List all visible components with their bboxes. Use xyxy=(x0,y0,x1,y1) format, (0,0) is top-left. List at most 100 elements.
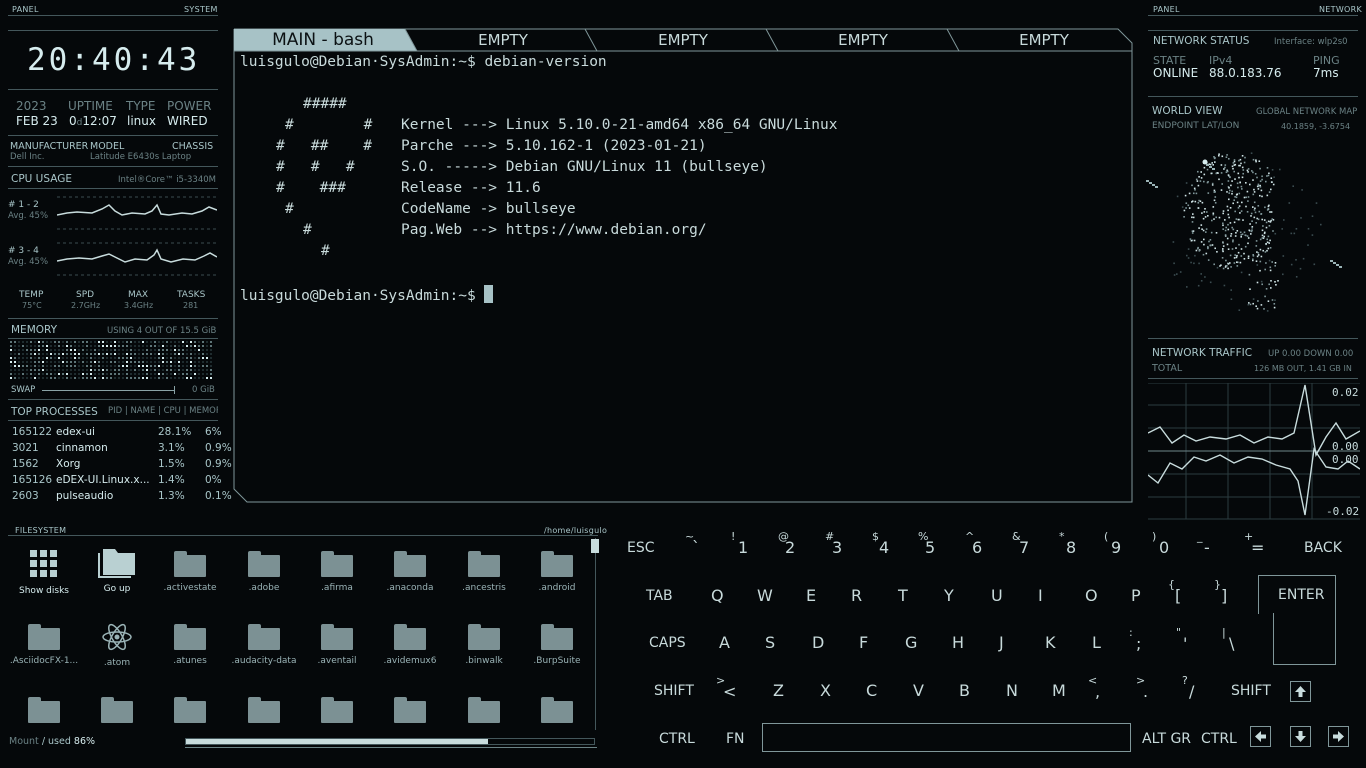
tab-empty-2[interactable]: EMPTY xyxy=(594,28,772,52)
key-letter[interactable]: D xyxy=(812,633,824,652)
folder-item[interactable] xyxy=(449,697,519,723)
folder-item[interactable]: .android xyxy=(522,551,592,593)
folder-item[interactable]: .ancestris xyxy=(449,551,519,593)
tab-empty-3[interactable]: EMPTY xyxy=(774,28,952,52)
key-letter[interactable]: O xyxy=(1085,586,1098,605)
key-shift-right[interactable]: SHIFT xyxy=(1231,683,1271,699)
key[interactable]: (9 xyxy=(1104,530,1128,560)
key[interactable]: % 5 xyxy=(918,530,942,560)
folder-item[interactable]: .activestate xyxy=(155,551,225,593)
arrow-down-key[interactable] xyxy=(1290,726,1311,747)
space-key[interactable] xyxy=(762,723,1131,752)
folder-item[interactable]: .adobe xyxy=(229,551,299,593)
tab-main-bash[interactable]: MAIN - bash xyxy=(234,28,412,52)
folder-item[interactable]: .audacity-data xyxy=(229,624,299,666)
key-letter[interactable]: X xyxy=(820,681,831,700)
key-shift-left[interactable]: SHIFT xyxy=(654,683,694,699)
folder-item[interactable]: .AsciidocFX-1... xyxy=(9,624,79,666)
folder-label: .binwalk xyxy=(465,656,503,666)
key[interactable]: #3 xyxy=(825,530,849,560)
folder-item[interactable]: .atunes xyxy=(155,624,225,666)
go-up-button[interactable]: Go up xyxy=(82,547,152,594)
key-letter[interactable]: G xyxy=(905,633,917,652)
key-letter[interactable]: J xyxy=(999,633,1004,652)
key-caps[interactable]: CAPS xyxy=(649,635,686,651)
key-tab[interactable]: TAB xyxy=(646,588,673,604)
folder-item[interactable]: .BurpSuite xyxy=(522,624,592,666)
folder-item[interactable] xyxy=(302,697,372,723)
key-punct[interactable]: > < xyxy=(716,674,740,704)
key[interactable]: $4 xyxy=(872,530,896,560)
key[interactable]: _ - xyxy=(1197,530,1221,560)
world-view-title: WORLD VIEW xyxy=(1152,105,1223,117)
key-letter[interactable]: A xyxy=(719,633,730,652)
key[interactable]: & 7 xyxy=(1012,530,1036,560)
key-letter[interactable]: I xyxy=(1038,586,1043,605)
key[interactable]: * 8 xyxy=(1059,530,1083,560)
key[interactable]: ) 0 xyxy=(1152,530,1176,560)
key-punct[interactable]: | \ xyxy=(1222,626,1246,656)
filesystem-scrollbar[interactable] xyxy=(591,539,599,553)
folder-item[interactable]: .aventail xyxy=(302,624,372,666)
key-bracket[interactable]: {[ xyxy=(1168,578,1192,608)
key-letter[interactable]: H xyxy=(952,633,964,652)
arrow-up-key[interactable] xyxy=(1290,681,1311,702)
folder-item[interactable]: .atom xyxy=(82,622,152,668)
show-disks-button[interactable]: Show disks xyxy=(9,549,79,596)
key-letter[interactable]: P xyxy=(1131,586,1141,605)
tab-empty-4[interactable]: EMPTY xyxy=(955,28,1133,52)
folder-item[interactable] xyxy=(375,697,445,723)
key-letter[interactable]: N xyxy=(1006,681,1018,700)
key-letter[interactable]: V xyxy=(913,681,924,700)
key-letter[interactable]: K xyxy=(1045,633,1056,652)
folder-item[interactable]: .avidemux6 xyxy=(375,624,445,666)
folder-item[interactable] xyxy=(155,697,225,723)
key-letter[interactable]: B xyxy=(959,681,970,700)
key-back[interactable]: BACK xyxy=(1304,540,1342,556)
key-letter[interactable]: W xyxy=(757,586,773,605)
folder-item[interactable]: .afirma xyxy=(302,551,372,593)
folder-item[interactable] xyxy=(82,697,152,723)
key-alt-gr[interactable]: ALT GR xyxy=(1142,731,1191,747)
terminal-output[interactable]: luisgulo@Debian·SysAdmin:~$ debian-versi… xyxy=(240,54,838,304)
key-esc[interactable]: ESC xyxy=(627,540,655,556)
network-traffic-title: NETWORK TRAFFIC xyxy=(1152,347,1253,359)
key[interactable]: + = xyxy=(1244,530,1268,560)
key-letter[interactable]: S xyxy=(765,633,775,652)
key-letter[interactable]: E xyxy=(806,586,816,605)
key-letter[interactable]: R xyxy=(851,586,862,605)
key-punct[interactable]: <, xyxy=(1088,674,1112,704)
key[interactable]: ! 1 xyxy=(731,530,755,560)
key[interactable]: @2 xyxy=(778,530,802,560)
key-punct[interactable]: " ' xyxy=(1176,626,1200,656)
folder-item[interactable]: .binwalk xyxy=(449,624,519,666)
key-letter[interactable]: M xyxy=(1052,681,1066,700)
key-letter[interactable]: Q xyxy=(711,586,724,605)
key-letter[interactable]: Z xyxy=(773,681,784,700)
key-letter[interactable]: F xyxy=(859,633,868,652)
tab-empty-1[interactable]: EMPTY xyxy=(414,28,592,52)
key-letter[interactable]: C xyxy=(866,681,877,700)
key-letter[interactable]: L xyxy=(1092,633,1101,652)
key-ctrl-right[interactable]: CTRL xyxy=(1201,731,1237,747)
folder-item[interactable] xyxy=(9,697,79,723)
key[interactable]: ^ 6 xyxy=(965,530,989,560)
arrow-left-key[interactable] xyxy=(1250,726,1271,747)
folder-item[interactable] xyxy=(522,697,592,723)
key-bracket[interactable]: }] xyxy=(1214,578,1238,608)
folder-item[interactable]: .anaconda xyxy=(375,551,445,593)
globe-map[interactable] xyxy=(1138,140,1350,320)
folder-item[interactable] xyxy=(229,697,299,723)
key-punct[interactable]: ? / xyxy=(1182,674,1206,704)
key-ctrl-left[interactable]: CTRL xyxy=(659,731,695,747)
key-punct[interactable]: :; xyxy=(1129,626,1153,656)
key-shift-char: ) xyxy=(1152,530,1157,543)
key-letter[interactable]: U xyxy=(991,586,1003,605)
key[interactable]: ~ ` xyxy=(685,530,709,560)
key-letter[interactable]: T xyxy=(898,586,908,605)
key-punct[interactable]: >. xyxy=(1136,674,1160,704)
enter-key-lower[interactable] xyxy=(1273,613,1336,665)
arrow-right-key[interactable] xyxy=(1328,726,1349,747)
key-letter[interactable]: Y xyxy=(944,586,954,605)
key-fn[interactable]: FN xyxy=(726,731,745,747)
